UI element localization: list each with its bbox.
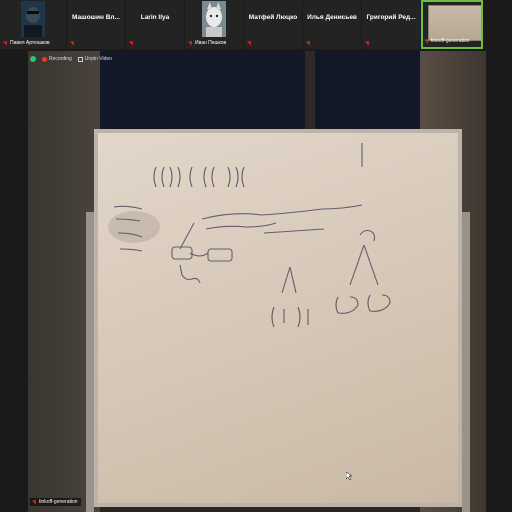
participant-tile[interactable]: Larin Ilya (126, 0, 184, 49)
participant-name: tinkoff-generation (431, 38, 470, 44)
video-toolbar: Recording Unpin Video (30, 56, 112, 62)
shield-icon (30, 56, 36, 62)
participant-tile[interactable]: Григорий Ред... (362, 0, 420, 49)
participant-tile[interactable]: Машошин Вл... (67, 0, 125, 49)
unpin-video-button[interactable]: Unpin Video (77, 56, 112, 62)
mic-muted-icon (189, 40, 193, 46)
participant-tile[interactable]: Илья Денисьев (303, 0, 361, 49)
participant-tile[interactable]: Павел Артюшков (0, 0, 66, 49)
record-icon (42, 56, 47, 62)
participant-tile[interactable]: Иван Пешков (185, 0, 243, 49)
participant-strip: Павел Артюшков Машошин Вл... Larin Ilya … (0, 0, 512, 50)
mic-muted-icon (130, 41, 134, 46)
mic-muted-icon (4, 40, 8, 46)
unpin-label: Unpin Video (84, 56, 112, 62)
recording-label: Recording (49, 56, 72, 62)
avatar (21, 1, 45, 37)
mic-muted-icon (71, 41, 75, 46)
recording-indicator[interactable]: Recording (42, 56, 72, 62)
avatar (202, 1, 226, 37)
board-stand (462, 212, 470, 512)
participant-name: Машошин Вл... (72, 14, 120, 21)
window (100, 51, 420, 141)
whiteboard-thumbnail (428, 5, 481, 41)
participant-name: Григорий Ред... (366, 14, 416, 21)
mic-muted-icon (307, 41, 311, 46)
participant-tile-active[interactable]: tinkoff-generation (421, 0, 483, 49)
mic-muted-icon (248, 41, 252, 46)
cursor-icon (346, 472, 352, 480)
pin-icon (77, 56, 83, 62)
participant-name: Матфей Люцко (248, 14, 298, 21)
speaker-label: tinkoff-generation (30, 498, 81, 506)
whiteboard-drawings (108, 143, 391, 328)
board-stand (86, 212, 94, 512)
mic-muted-icon (366, 41, 370, 46)
participant-name: Илья Денисьев (307, 14, 357, 21)
participant-name: Larin Ilya (140, 14, 170, 21)
participant-tile[interactable]: Матфей Люцко (244, 0, 302, 49)
main-video[interactable] (28, 51, 486, 512)
speaker-name: tinkoff-generation (39, 499, 78, 505)
participant-name: Павел Артюшков (10, 40, 50, 46)
mic-muted-icon (425, 38, 429, 44)
mic-muted-icon (33, 499, 37, 505)
participant-name: Иван Пешков (195, 40, 227, 46)
